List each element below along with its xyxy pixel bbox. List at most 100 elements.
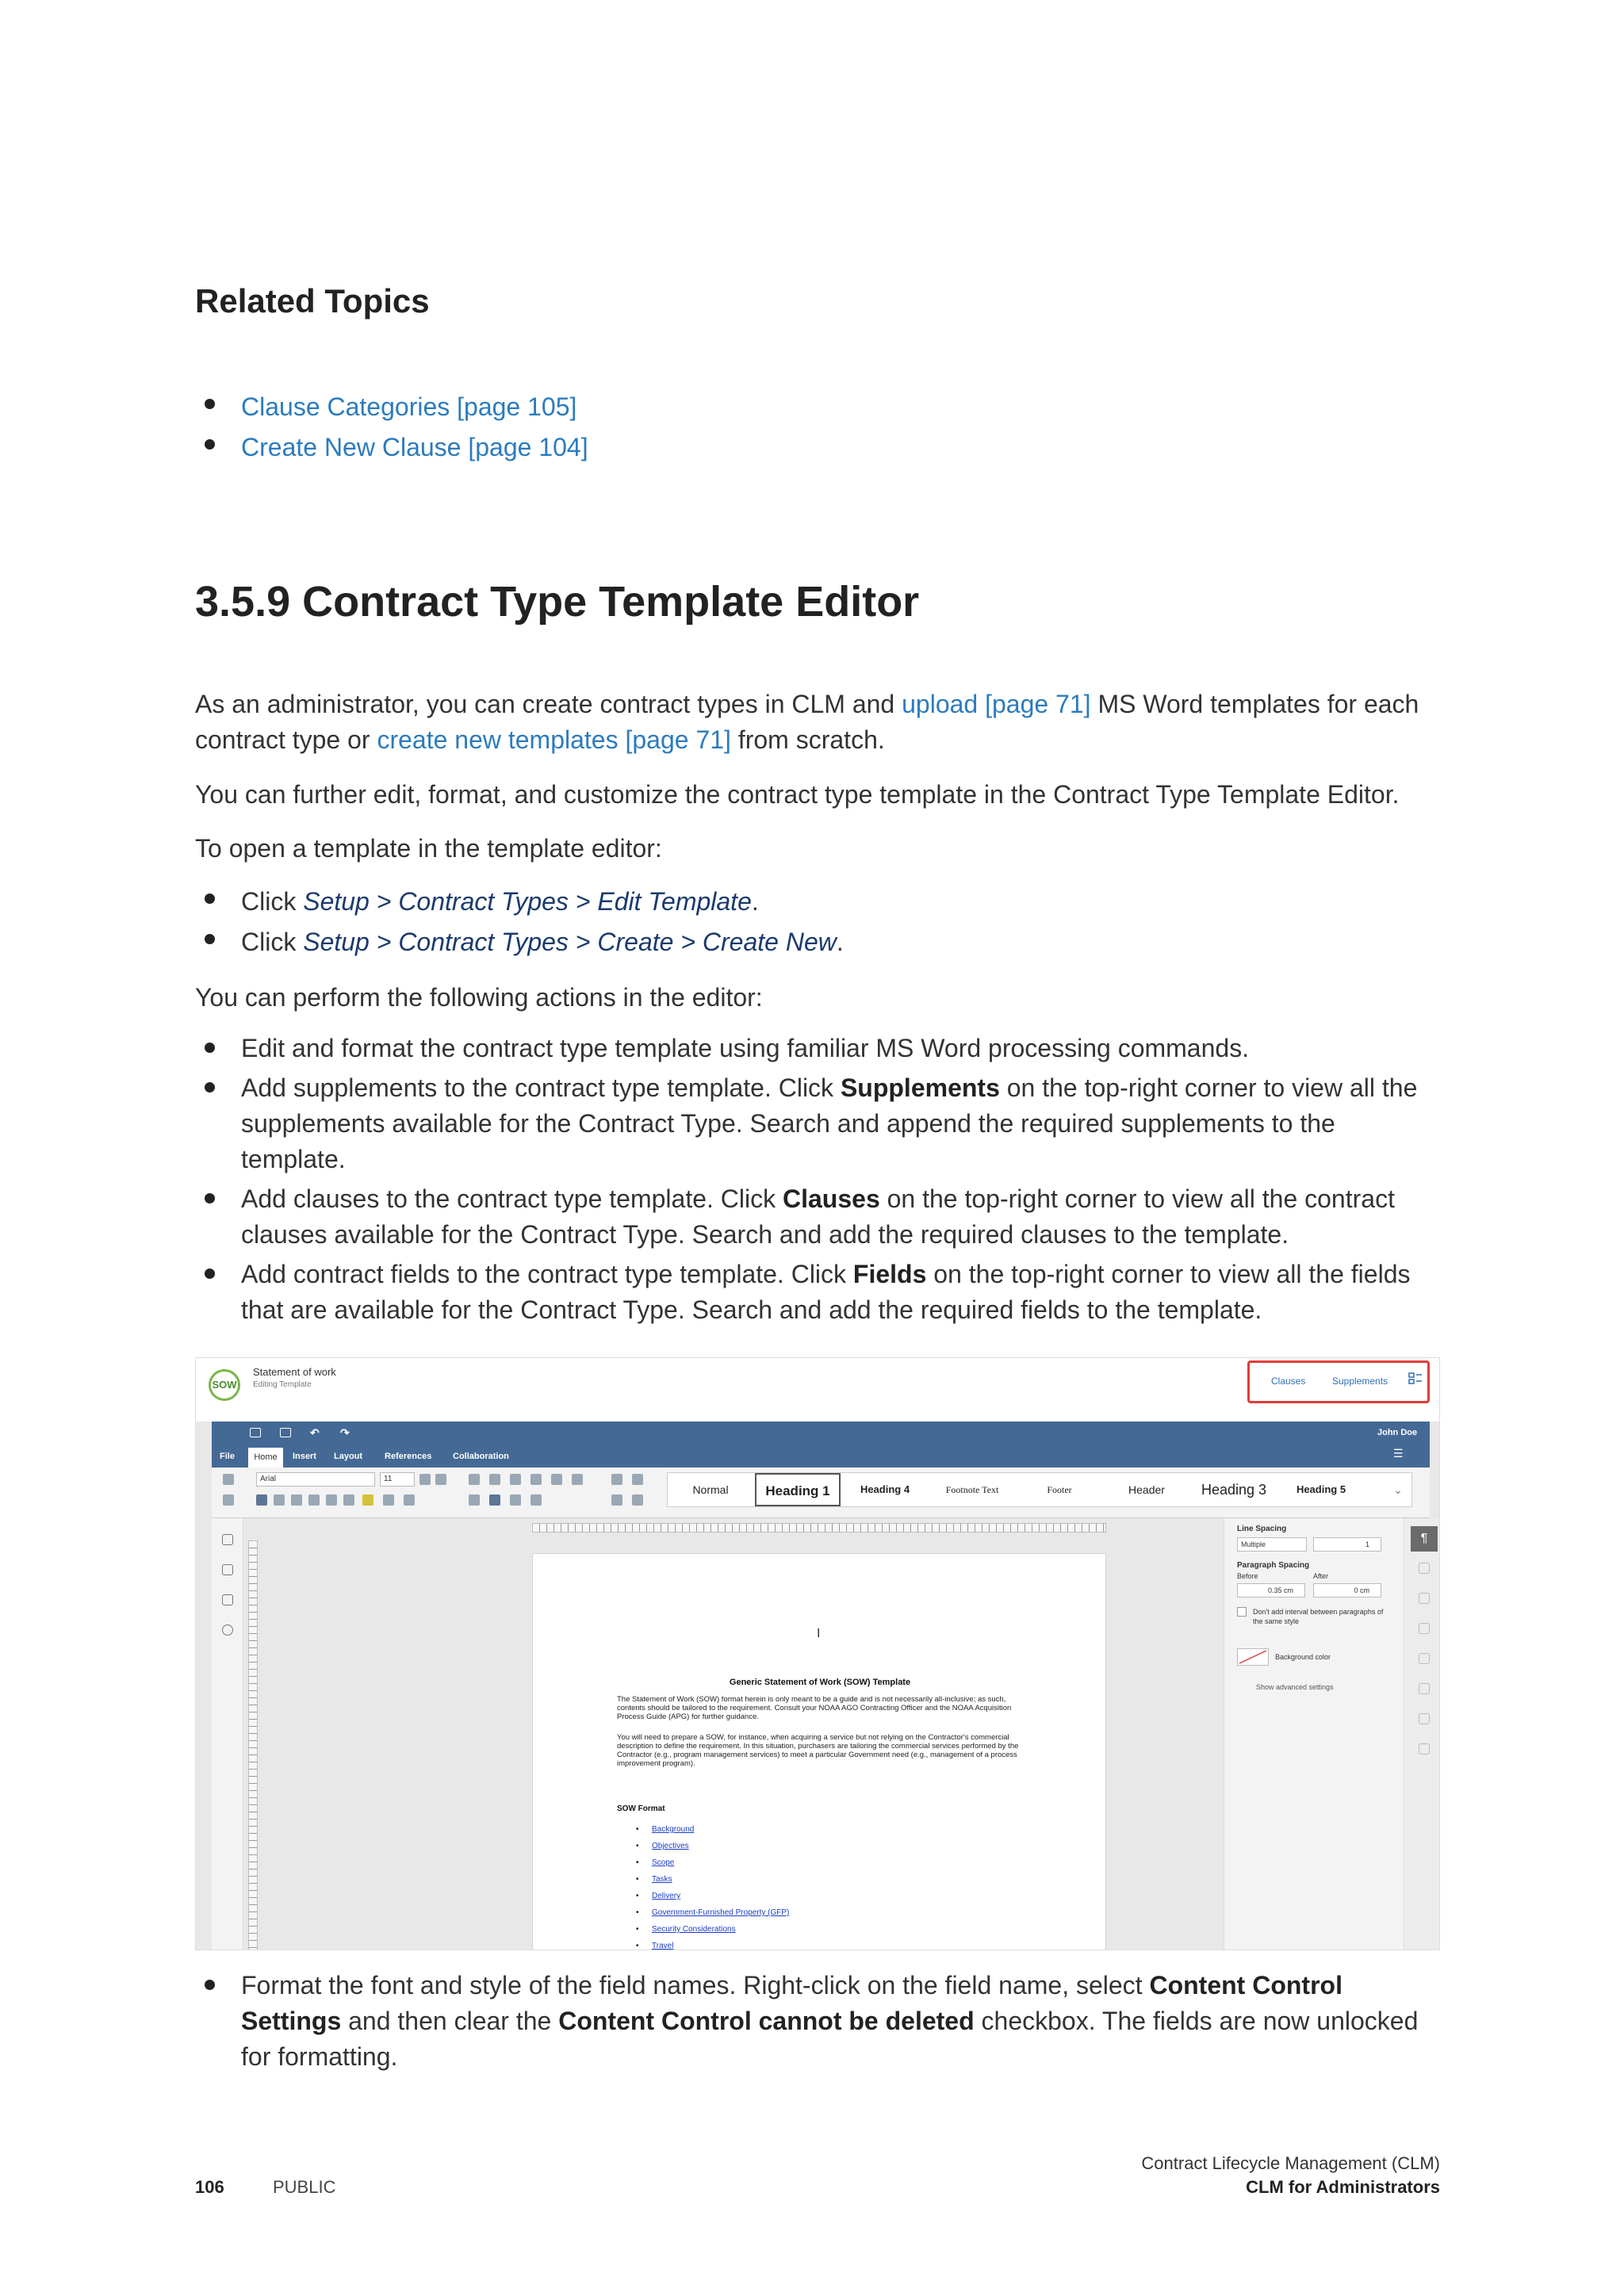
style-heading-5[interactable]: Heading 5: [1278, 1473, 1364, 1506]
undo-icon[interactable]: ↶: [310, 1426, 320, 1440]
font-color-icon[interactable]: [383, 1494, 394, 1506]
numbered-list-icon[interactable]: [489, 1474, 500, 1485]
font-increase-icon[interactable]: [419, 1474, 431, 1485]
menu-references[interactable]: References: [385, 1452, 431, 1461]
navigation-icon[interactable]: [222, 1594, 233, 1605]
multilevel-list-icon[interactable]: [510, 1474, 521, 1485]
link-upload[interactable]: upload [page 71]: [902, 690, 1090, 718]
comments-icon[interactable]: [222, 1564, 233, 1575]
link-create-new-templates[interactable]: create new templates [page 71]: [377, 725, 731, 754]
doc-link[interactable]: Tasks: [636, 1871, 789, 1888]
doc-list: Background Objectives Scope Tasks Delive…: [636, 1821, 789, 1950]
style-normal[interactable]: Normal: [668, 1473, 753, 1506]
paragraph-settings-icon[interactable]: ¶: [1411, 1526, 1438, 1552]
save-icon[interactable]: [250, 1428, 261, 1437]
font-size-select[interactable]: 11: [380, 1472, 415, 1487]
paste-icon[interactable]: [223, 1494, 234, 1506]
doc-link[interactable]: Objectives: [636, 1838, 789, 1854]
menu-path: Setup > Contract Types > Edit Template: [303, 887, 752, 916]
style-heading-4[interactable]: Heading 4: [842, 1473, 928, 1506]
doc-link[interactable]: Background: [636, 1821, 789, 1838]
shape-settings-icon[interactable]: [1419, 1653, 1430, 1664]
style-header[interactable]: Header: [1104, 1473, 1189, 1506]
doc-link[interactable]: Government-Furnished Property (GFP): [636, 1904, 789, 1921]
strikethrough-icon[interactable]: [308, 1494, 320, 1506]
after-spacing-input[interactable]: 0 cm: [1313, 1583, 1381, 1598]
background-color-label: Background color: [1275, 1653, 1331, 1661]
doc-link[interactable]: Scope: [636, 1854, 789, 1871]
link-icon[interactable]: [611, 1474, 622, 1485]
paragraph-actions: You can perform the following actions in…: [195, 983, 763, 1012]
footer-guide: CLM for Administrators: [1246, 2177, 1440, 2197]
format-painter-icon[interactable]: [611, 1494, 622, 1506]
doc-link[interactable]: Delivery: [636, 1888, 789, 1904]
align-center-icon[interactable]: [489, 1494, 500, 1506]
bold-icon[interactable]: [256, 1494, 267, 1506]
style-heading-3[interactable]: Heading 3: [1191, 1473, 1277, 1506]
panel-icon-column: ¶: [1404, 1518, 1439, 1950]
image-icon[interactable]: [632, 1474, 643, 1485]
link-clause-categories[interactable]: Clause Categories [page 105]: [241, 392, 576, 421]
superscript-icon[interactable]: [326, 1494, 337, 1506]
menu-layout[interactable]: Layout: [334, 1452, 362, 1461]
paragraph-mark-icon[interactable]: [530, 1494, 542, 1506]
print-icon[interactable]: [280, 1428, 291, 1437]
indent-increase-icon[interactable]: [551, 1474, 562, 1485]
line-spacing-select[interactable]: Multiple: [1237, 1537, 1307, 1552]
doc-link[interactable]: Travel: [636, 1938, 789, 1950]
line-spacing-input[interactable]: 1: [1313, 1537, 1381, 1552]
info-icon[interactable]: [222, 1624, 233, 1636]
paragraph-open-template: To open a template in the template edito…: [195, 834, 662, 863]
dont-add-interval-checkbox[interactable]: [1237, 1607, 1247, 1617]
list-item: Add supplements to the contract type tem…: [195, 1070, 1440, 1177]
menu-insert[interactable]: Insert: [293, 1452, 316, 1461]
style-footer[interactable]: Footer: [1017, 1473, 1102, 1506]
menu-file[interactable]: File: [220, 1452, 235, 1461]
italic-icon[interactable]: [274, 1494, 285, 1506]
clear-format-icon[interactable]: [404, 1494, 415, 1506]
redo-icon[interactable]: ↷: [340, 1426, 350, 1440]
subscript-icon[interactable]: [343, 1494, 354, 1506]
background-color-picker[interactable]: [1237, 1648, 1269, 1666]
text-cursor: I: [817, 1627, 821, 1640]
menu-home[interactable]: Home: [248, 1448, 283, 1468]
ribbon: ↶ ↷ John Doe ☰ File Home Insert Layout R…: [212, 1422, 1430, 1468]
indent-decrease-icon[interactable]: [530, 1474, 542, 1485]
lock-icon[interactable]: [632, 1494, 643, 1506]
bullet-list-icon[interactable]: [469, 1474, 480, 1485]
image-settings-icon[interactable]: [1419, 1593, 1430, 1604]
style-heading-1[interactable]: Heading 1: [755, 1473, 841, 1506]
style-footnote-text[interactable]: Footnote Text: [929, 1473, 1015, 1506]
doc-subheading: SOW Format: [617, 1804, 665, 1813]
align-left-icon[interactable]: [469, 1494, 480, 1506]
font-select[interactable]: Arial: [256, 1472, 375, 1487]
styles-dropdown-icon[interactable]: ⌄: [1386, 1473, 1410, 1506]
signature-settings-icon[interactable]: [1419, 1713, 1430, 1724]
before-spacing-input[interactable]: 0.35 cm: [1237, 1583, 1305, 1598]
intro-paragraph: As an administrator, you can create cont…: [195, 690, 1419, 754]
clauses-tab[interactable]: Clauses: [1271, 1376, 1305, 1387]
advanced-settings-link[interactable]: Show advanced settings: [1256, 1683, 1334, 1691]
menu-collaboration[interactable]: Collaboration: [453, 1452, 509, 1461]
supplements-tab[interactable]: Supplements: [1332, 1376, 1388, 1387]
menu-icon[interactable]: ☰: [1393, 1447, 1404, 1460]
document-page[interactable]: I Generic Statement of Work (SOW) Templa…: [532, 1553, 1106, 1950]
align-justify-icon[interactable]: [510, 1494, 521, 1506]
header-footer-icon[interactable]: [1419, 1623, 1430, 1634]
clear-icon[interactable]: [572, 1474, 583, 1485]
paragraph-spacing-label: Paragraph Spacing: [1237, 1561, 1310, 1570]
list-item: Clause Categories [page 105]: [195, 387, 588, 427]
font-decrease-icon[interactable]: [435, 1474, 446, 1485]
form-settings-icon[interactable]: [1419, 1743, 1430, 1755]
table-settings-icon[interactable]: [1419, 1563, 1430, 1574]
underline-icon[interactable]: [291, 1494, 302, 1506]
fields-panel-icon[interactable]: [1408, 1372, 1423, 1386]
link-create-new-clause[interactable]: Create New Clause [page 104]: [241, 433, 588, 461]
search-icon[interactable]: [222, 1534, 233, 1545]
paragraph-settings-panel: Line Spacing Multiple 1 Paragraph Spacin…: [1224, 1518, 1439, 1950]
copy-icon[interactable]: [223, 1474, 234, 1485]
editor-header: SOW Statement of work Editing Template C…: [196, 1358, 1439, 1422]
highlight-icon[interactable]: [362, 1494, 373, 1506]
doc-link[interactable]: Security Considerations: [636, 1921, 789, 1938]
chart-settings-icon[interactable]: [1419, 1683, 1430, 1694]
